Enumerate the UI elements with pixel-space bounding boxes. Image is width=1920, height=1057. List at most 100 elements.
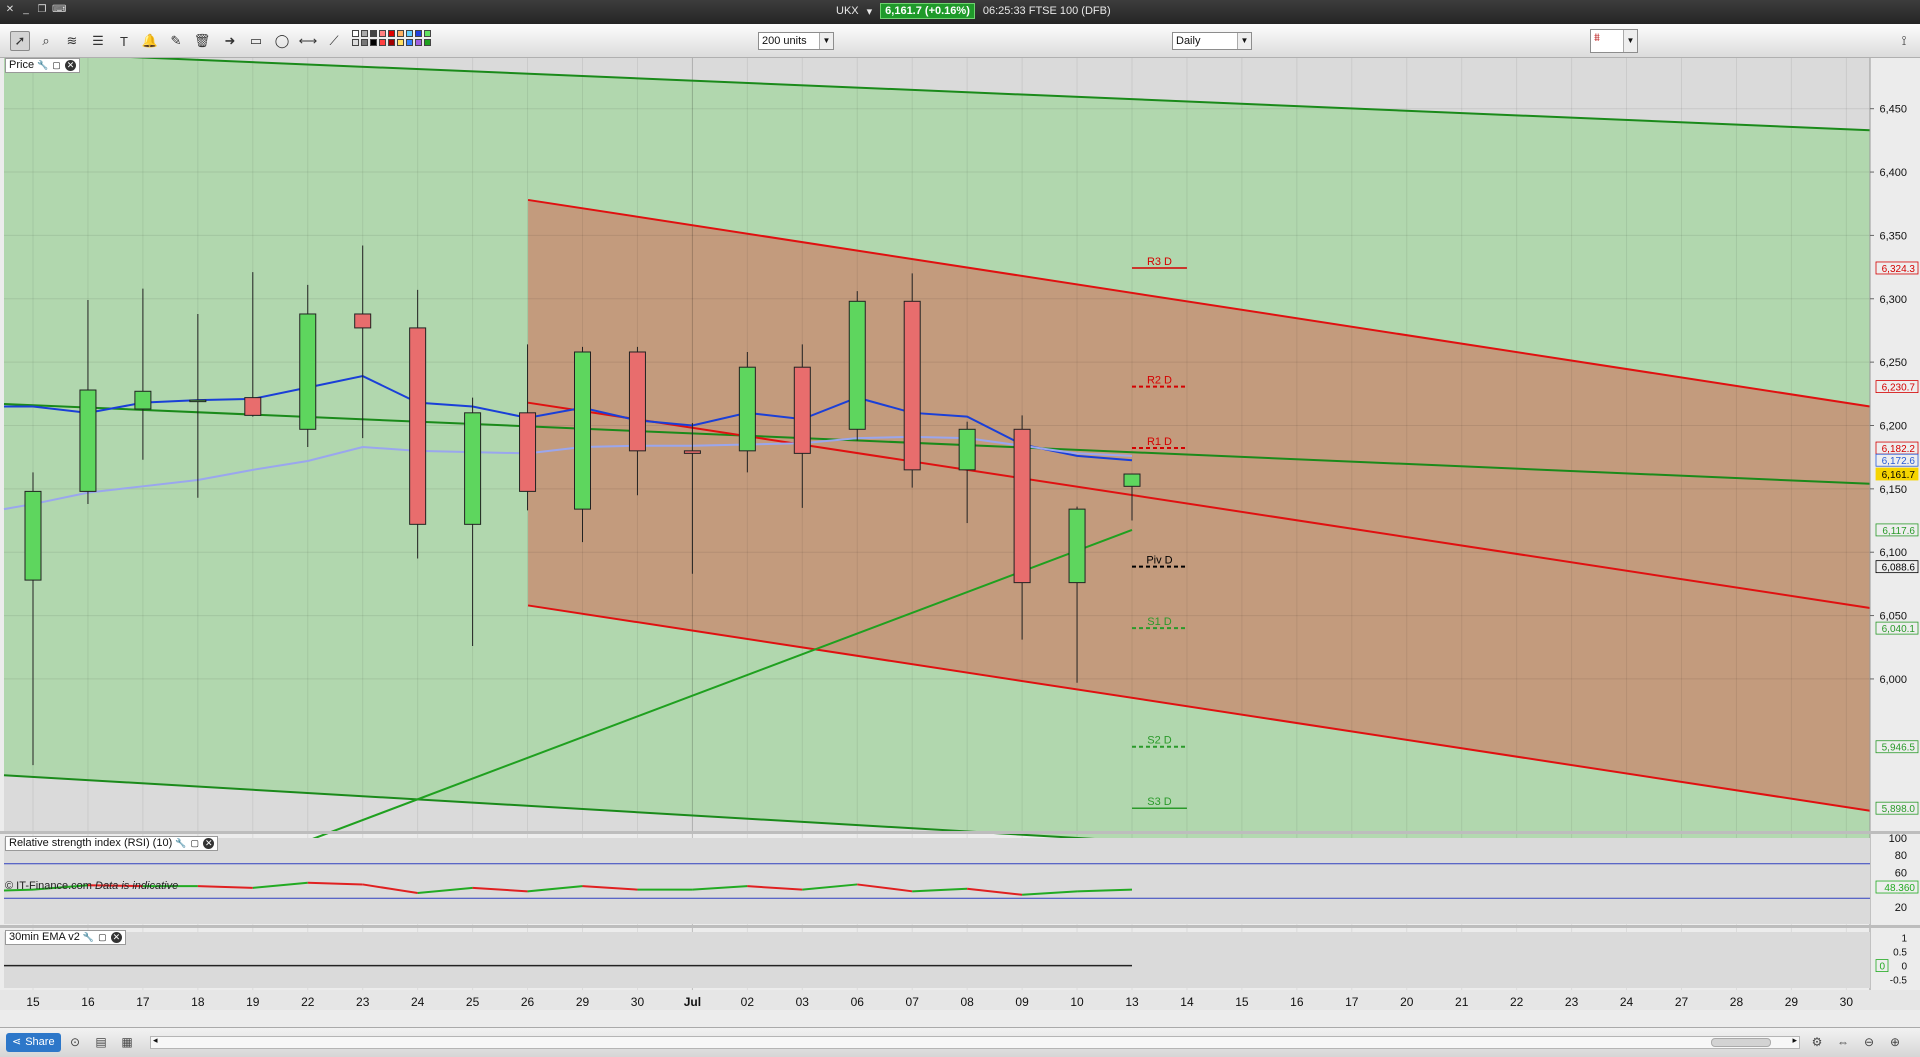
color-swatch[interactable] xyxy=(352,30,359,37)
color-swatch[interactable] xyxy=(397,30,404,37)
share-icon: ⋖ xyxy=(12,1036,22,1048)
x-tick-label: 02 xyxy=(741,995,755,1009)
y-tick-label: 6,250 xyxy=(1879,357,1907,369)
bearish-candle xyxy=(793,366,811,454)
bullish-candle xyxy=(79,389,97,492)
text-icon[interactable]: T xyxy=(114,31,134,51)
alert-icon[interactable]: 🔔 xyxy=(140,31,160,51)
color-swatch[interactable] xyxy=(361,39,368,46)
color-swatch[interactable] xyxy=(415,39,422,46)
share-button[interactable]: ⋖ Share xyxy=(6,1033,61,1052)
x-tick-label: 24 xyxy=(1620,995,1634,1009)
horizontal-scrollbar[interactable]: ◂ ▸ xyxy=(150,1035,1800,1049)
color-swatch[interactable] xyxy=(379,30,386,37)
color-swatch[interactable] xyxy=(370,39,377,46)
x-tick-label: 22 xyxy=(301,995,315,1009)
ema-panel-bg xyxy=(4,932,1870,988)
layout-icon[interactable]: ▤ xyxy=(92,1033,110,1051)
bullish-candle xyxy=(574,351,591,510)
ellipse-icon[interactable]: ◯ xyxy=(272,31,292,51)
instrument-name[interactable]: UKX xyxy=(836,5,859,17)
axis-value-label: 6,230.7 xyxy=(1882,383,1916,394)
color-swatch[interactable] xyxy=(370,30,377,37)
chart-area[interactable]: R3 D 6,324.3 R2 D 6,230.7 R1 D 6,182.2 Piv D 6,… xyxy=(0,50,1920,1010)
wrench-icon[interactable]: 🔧 xyxy=(83,932,94,943)
units-value: 200 units xyxy=(762,35,807,47)
price-badge: 6,161.7 (+0.16%) xyxy=(880,3,975,19)
color-swatch[interactable] xyxy=(388,39,395,46)
close-window-icon[interactable]: ✕ xyxy=(4,4,16,16)
rsi-tick-label: 100 xyxy=(1889,833,1907,845)
x-tick-label: 13 xyxy=(1125,995,1139,1009)
color-swatch[interactable] xyxy=(406,39,413,46)
x-tick-label: 29 xyxy=(1785,995,1799,1009)
color-swatch[interactable] xyxy=(397,39,404,46)
close-icon[interactable]: ✕ xyxy=(65,60,77,71)
link-icon[interactable]: ⊙ xyxy=(66,1033,84,1051)
x-tick-label: 26 xyxy=(521,995,535,1009)
color-swatch[interactable] xyxy=(424,30,431,37)
trendline-icon[interactable]: ⟋ xyxy=(324,31,344,51)
x-tick-label: 19 xyxy=(246,995,260,1009)
color-swatch[interactable] xyxy=(406,30,413,37)
window-icon[interactable]: ▢ xyxy=(51,60,62,71)
dropdown-icon[interactable]: ▾ xyxy=(867,5,873,18)
pivot-label: R2 D xyxy=(1147,375,1172,387)
pivot-label: S3 D xyxy=(1147,796,1172,808)
bearish-candle xyxy=(244,397,262,416)
color-swatch[interactable] xyxy=(388,30,395,37)
chart-type-select[interactable]: ⩩ ▼ xyxy=(1590,29,1638,53)
color-swatch[interactable] xyxy=(379,39,386,46)
text-tool-icon[interactable]: ☰ xyxy=(88,31,108,51)
restore-window-icon[interactable]: ❐ xyxy=(36,4,48,16)
pin-icon[interactable]: ⟟ xyxy=(1894,31,1914,51)
window-icon[interactable]: ▢ xyxy=(97,932,108,943)
ema-panel-label: 30min EMA v2 xyxy=(9,931,80,943)
ema-value-label: 0 xyxy=(1879,962,1885,973)
x-tick-label: 16 xyxy=(81,995,95,1009)
hline-icon[interactable]: ⟷ xyxy=(298,31,318,51)
y-tick-label: 6,400 xyxy=(1879,167,1907,179)
wrench-icon[interactable]: 🔧 xyxy=(37,60,48,71)
color-swatch[interactable] xyxy=(361,30,368,37)
scroll-left-icon[interactable]: ◂ xyxy=(153,1035,158,1046)
close-icon[interactable]: ✕ xyxy=(110,932,122,943)
scroll-thumb[interactable] xyxy=(1711,1038,1771,1047)
rectangle-icon[interactable]: ▭ xyxy=(246,31,266,51)
close-icon[interactable]: ✕ xyxy=(203,838,215,849)
zoom-icon[interactable]: ⌕ xyxy=(36,31,56,51)
x-tick-label: 21 xyxy=(1455,995,1469,1009)
chart-settings-icon[interactable]: ⚙ xyxy=(1808,1033,1826,1051)
fit-icon[interactable]: ⇔ xyxy=(1834,1033,1852,1051)
arrow-icon[interactable]: ➜ xyxy=(220,31,240,51)
fib-icon[interactable]: ≋ xyxy=(62,31,82,51)
panel-separator xyxy=(0,831,1920,834)
interval-value: Daily xyxy=(1176,35,1201,47)
color-swatch[interactable] xyxy=(415,30,422,37)
bullish-candle xyxy=(848,300,866,430)
bullish-candle xyxy=(189,399,207,403)
trash-icon[interactable]: 🗑 xyxy=(192,31,212,51)
grid-icon[interactable]: ▦ xyxy=(118,1033,136,1051)
pointer-icon[interactable]: ➚ xyxy=(10,31,30,51)
interval-select[interactable]: Daily ▼ xyxy=(1172,32,1252,50)
chart-canvas[interactable]: R3 D 6,324.3 R2 D 6,230.7 R1 D 6,182.2 Piv D 6,… xyxy=(0,50,1920,1010)
color-swatch[interactable] xyxy=(424,39,431,46)
wrench-icon[interactable]: 🔧 xyxy=(175,838,186,849)
scroll-right-icon[interactable]: ▸ xyxy=(1792,1035,1797,1046)
axis-value-label: 5,898.0 xyxy=(1882,804,1916,815)
rsi-tick-label: 20 xyxy=(1895,902,1907,914)
window-icon[interactable]: ▢ xyxy=(189,838,200,849)
axis-value-label: 6,088.6 xyxy=(1882,563,1916,574)
zoom-out-icon[interactable]: ⊖ xyxy=(1860,1033,1878,1051)
rsi-panel-label: Relative strength index (RSI) (10) xyxy=(9,837,173,849)
units-select[interactable]: 200 units ▼ xyxy=(758,32,834,50)
ruler-icon[interactable]: ✎ xyxy=(166,31,186,51)
keyboard-icon[interactable]: ⌨ xyxy=(52,4,66,16)
ema-tick-label: 1 xyxy=(1901,934,1907,945)
y-tick-label: 6,450 xyxy=(1879,104,1907,116)
color-swatch[interactable] xyxy=(352,39,359,46)
minimize-window-icon[interactable]: _ xyxy=(20,4,32,16)
bullish-candle xyxy=(24,490,42,581)
zoom-in-icon[interactable]: ⊕ xyxy=(1886,1033,1904,1051)
